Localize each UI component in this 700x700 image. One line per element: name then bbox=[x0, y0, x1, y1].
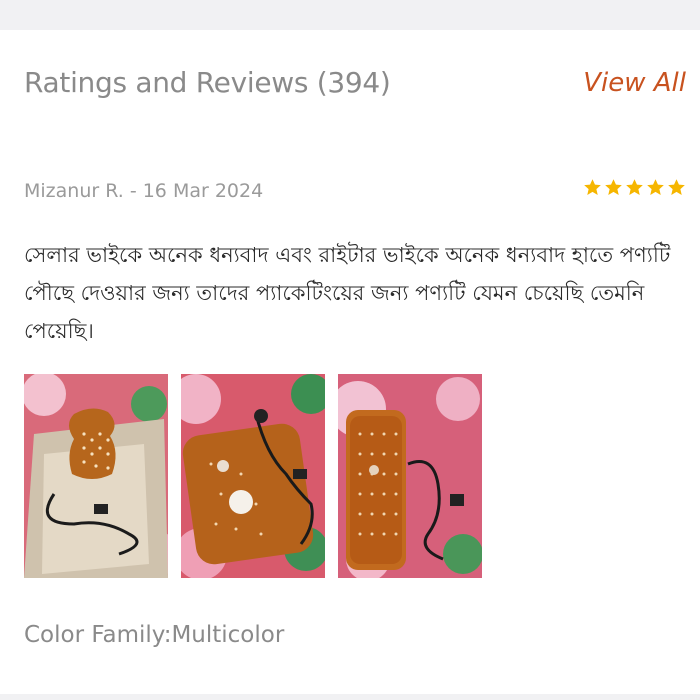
view-all-link[interactable]: View All bbox=[583, 68, 686, 98]
variant-info: Color Family:Multicolor bbox=[24, 622, 285, 648]
star-icon bbox=[647, 179, 664, 196]
review-photo[interactable] bbox=[24, 374, 168, 578]
reviews-card: Ratings and Reviews (394) View All Mizan… bbox=[0, 30, 700, 694]
star-icon bbox=[668, 179, 685, 196]
review-photo[interactable] bbox=[338, 374, 482, 578]
review-text: সেলার ভাইকে অনেক ধন্যবাদ এবং রাইটার ভাইক… bbox=[24, 243, 671, 343]
review-photos bbox=[24, 374, 482, 578]
hot-water-bag-with-cable-image bbox=[181, 374, 325, 578]
reviewer-meta: Mizanur R. - 16 Mar 2024 bbox=[24, 180, 264, 202]
star-rating bbox=[583, 178, 686, 197]
star-icon bbox=[584, 179, 601, 196]
star-icon bbox=[605, 179, 622, 196]
hot-water-bag-closeup-image bbox=[338, 374, 482, 578]
section-title: Ratings and Reviews (394) bbox=[24, 66, 391, 99]
hot-water-bag-in-box-image bbox=[24, 374, 168, 578]
star-icon bbox=[626, 179, 643, 196]
review-photo[interactable] bbox=[181, 374, 325, 578]
